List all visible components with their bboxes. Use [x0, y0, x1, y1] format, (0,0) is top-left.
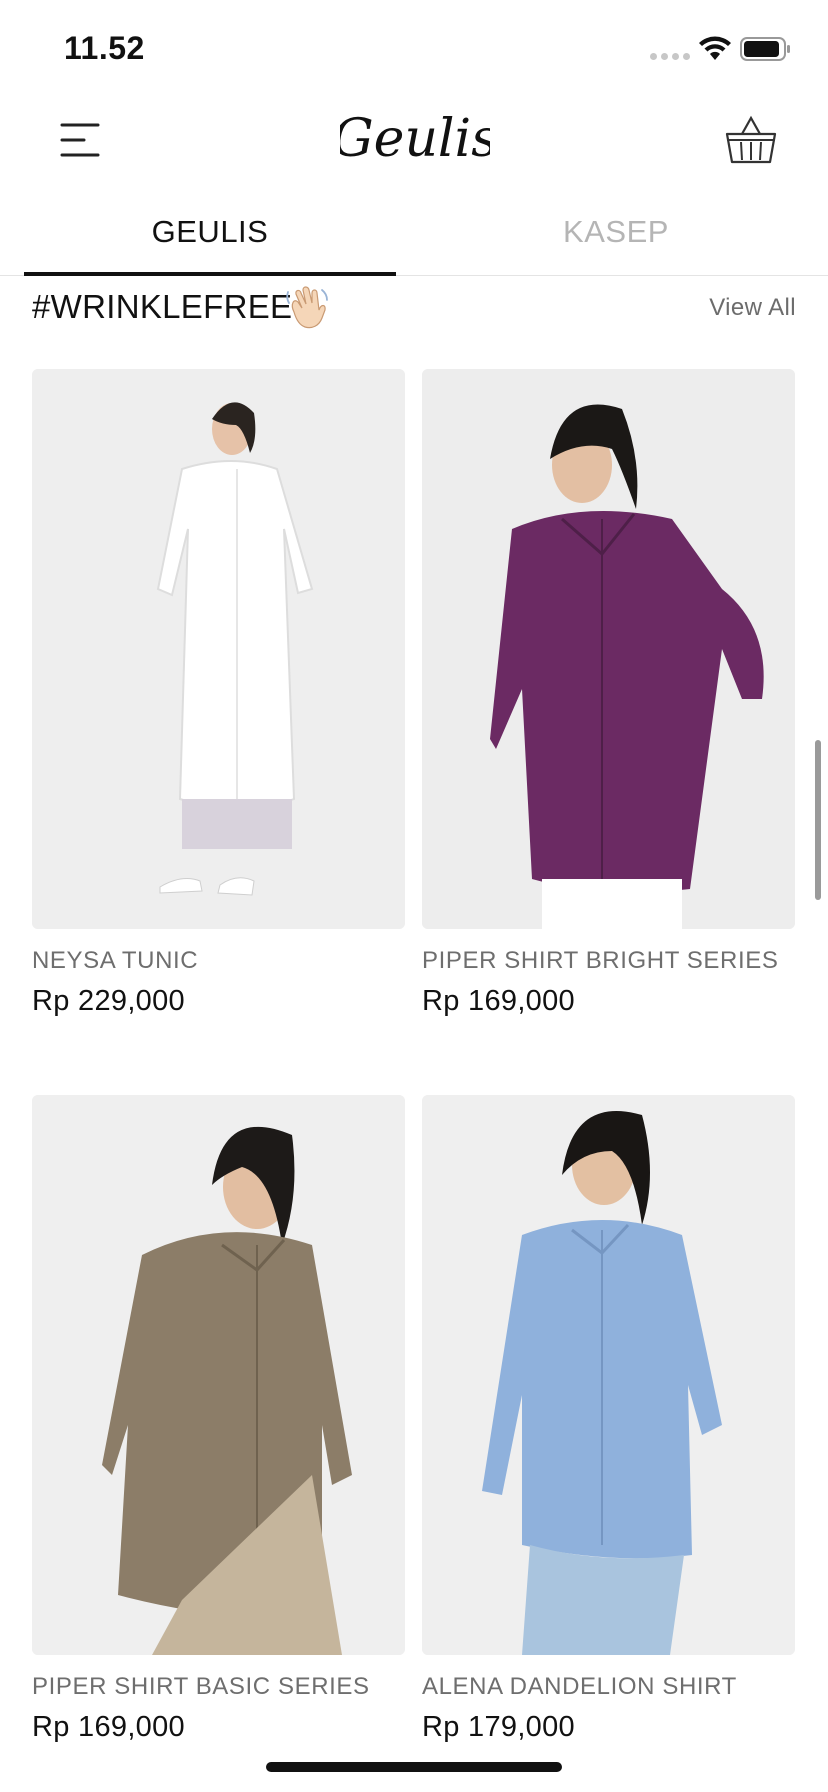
- waving-hand-icon: [286, 286, 328, 329]
- home-indicator[interactable]: [266, 1762, 562, 1772]
- product-price: Rp 169,000: [422, 985, 575, 1017]
- tab-kasep[interactable]: KASEP: [430, 188, 802, 276]
- product-name: PIPER SHIRT BRIGHT SERIES: [422, 947, 779, 974]
- product-price: Rp 179,000: [422, 1711, 575, 1743]
- status-bar: 11.52: [0, 0, 828, 96]
- product-card-piper-shirt-basic[interactable]: PIPER SHIRT BASIC SERIES Rp 169,000: [32, 1095, 405, 1744]
- section-title: #WRINKLEFREE: [32, 288, 293, 325]
- product-image[interactable]: [32, 1095, 405, 1655]
- menu-icon[interactable]: [58, 122, 102, 158]
- app-screen: 11.52 Geulis GEULIS KASEP #WRINKLEFREE V…: [0, 0, 828, 1792]
- battery-icon: [740, 37, 790, 61]
- svg-text:Geulis: Geulis: [340, 109, 490, 169]
- product-card-piper-shirt-bright[interactable]: PIPER SHIRT BRIGHT SERIES Rp 169,000: [422, 369, 795, 1018]
- product-image[interactable]: [422, 369, 795, 929]
- status-time: 11.52: [64, 30, 145, 66]
- active-tab-indicator: [24, 272, 396, 276]
- section-header: #WRINKLEFREE View All: [32, 282, 796, 336]
- app-header: Geulis: [0, 96, 828, 188]
- product-price: Rp 169,000: [32, 1711, 185, 1743]
- product-name: ALENA DANDELION SHIRT: [422, 1673, 737, 1700]
- wifi-icon: [699, 36, 731, 60]
- product-card-neysa-tunic[interactable]: NEYSA TUNIC Rp 229,000: [32, 369, 405, 1018]
- brand-logo[interactable]: Geulis: [340, 96, 490, 188]
- basket-icon[interactable]: [724, 114, 778, 166]
- view-all-link[interactable]: View All: [709, 294, 796, 322]
- product-card-alena-dandelion[interactable]: ALENA DANDELION SHIRT Rp 179,000: [422, 1095, 795, 1744]
- product-price: Rp 229,000: [32, 985, 185, 1017]
- product-image[interactable]: [422, 1095, 795, 1655]
- product-image[interactable]: [32, 369, 405, 929]
- tab-geulis[interactable]: GEULIS: [24, 188, 396, 276]
- scrollbar[interactable]: [815, 740, 821, 900]
- product-name: PIPER SHIRT BASIC SERIES: [32, 1673, 370, 1700]
- product-name: NEYSA TUNIC: [32, 947, 199, 974]
- category-tabs: GEULIS KASEP: [0, 188, 828, 276]
- signal-icon: [650, 53, 690, 63]
